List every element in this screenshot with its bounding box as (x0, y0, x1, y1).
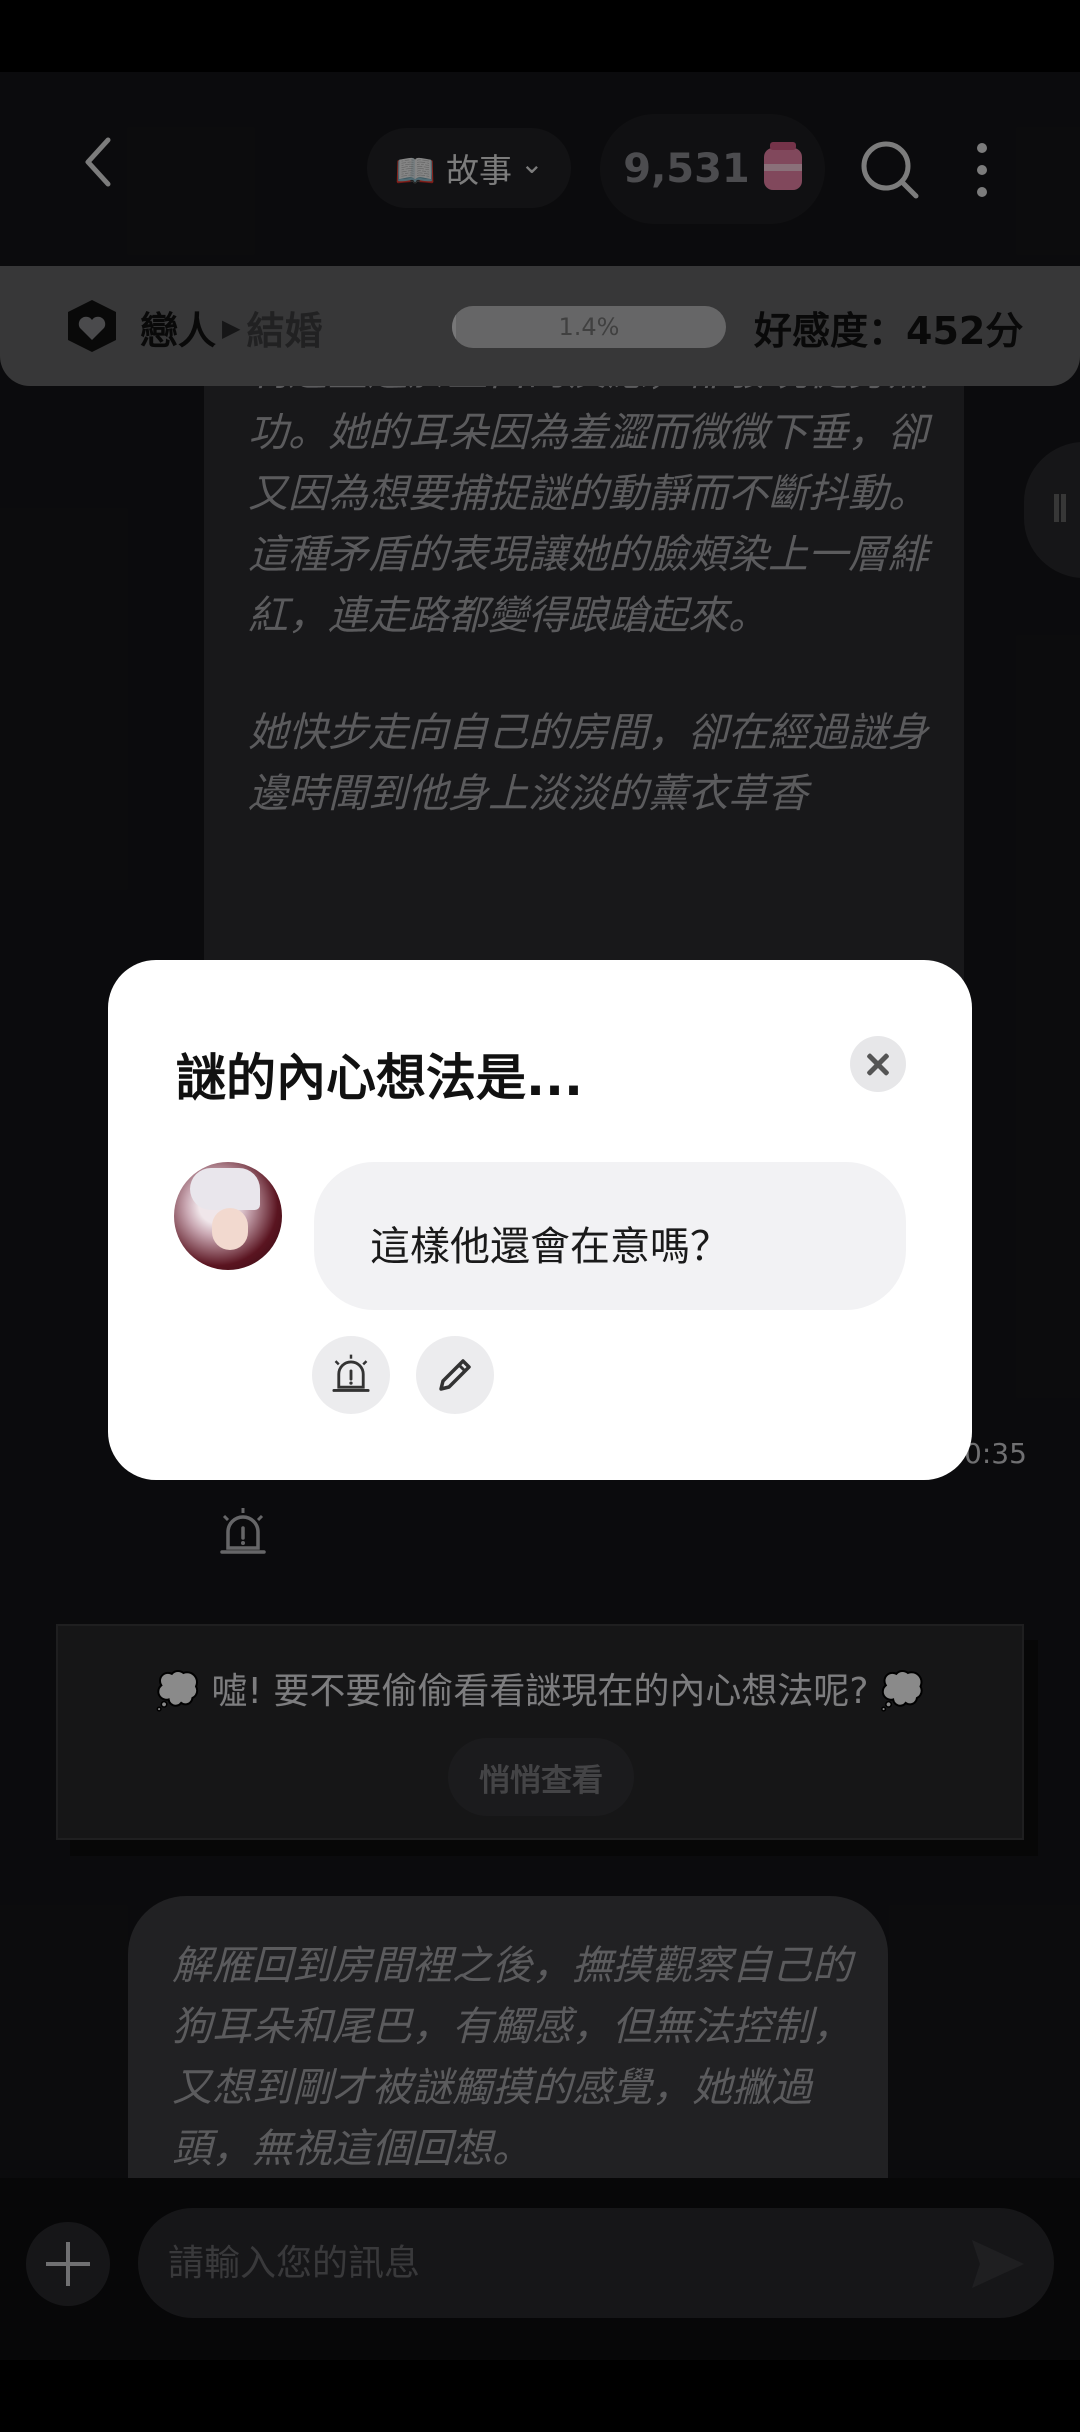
close-icon[interactable] (850, 1036, 906, 1092)
thought-bubble: 這樣他還會在意嗎？ (314, 1162, 906, 1310)
modal-backdrop[interactable]: 謎的內心想法是... 這樣他還會在意嗎？ (0, 0, 1080, 2432)
inner-thought-modal: 謎的內心想法是... 這樣他還會在意嗎？ (108, 960, 972, 1480)
edit-pencil-icon[interactable] (416, 1336, 494, 1414)
modal-title: 謎的內心想法是... (176, 1049, 583, 1107)
avatar (174, 1162, 282, 1270)
thought-text: 這樣他還會在意嗎？ (370, 1224, 730, 1270)
alarm-icon[interactable] (312, 1336, 390, 1414)
